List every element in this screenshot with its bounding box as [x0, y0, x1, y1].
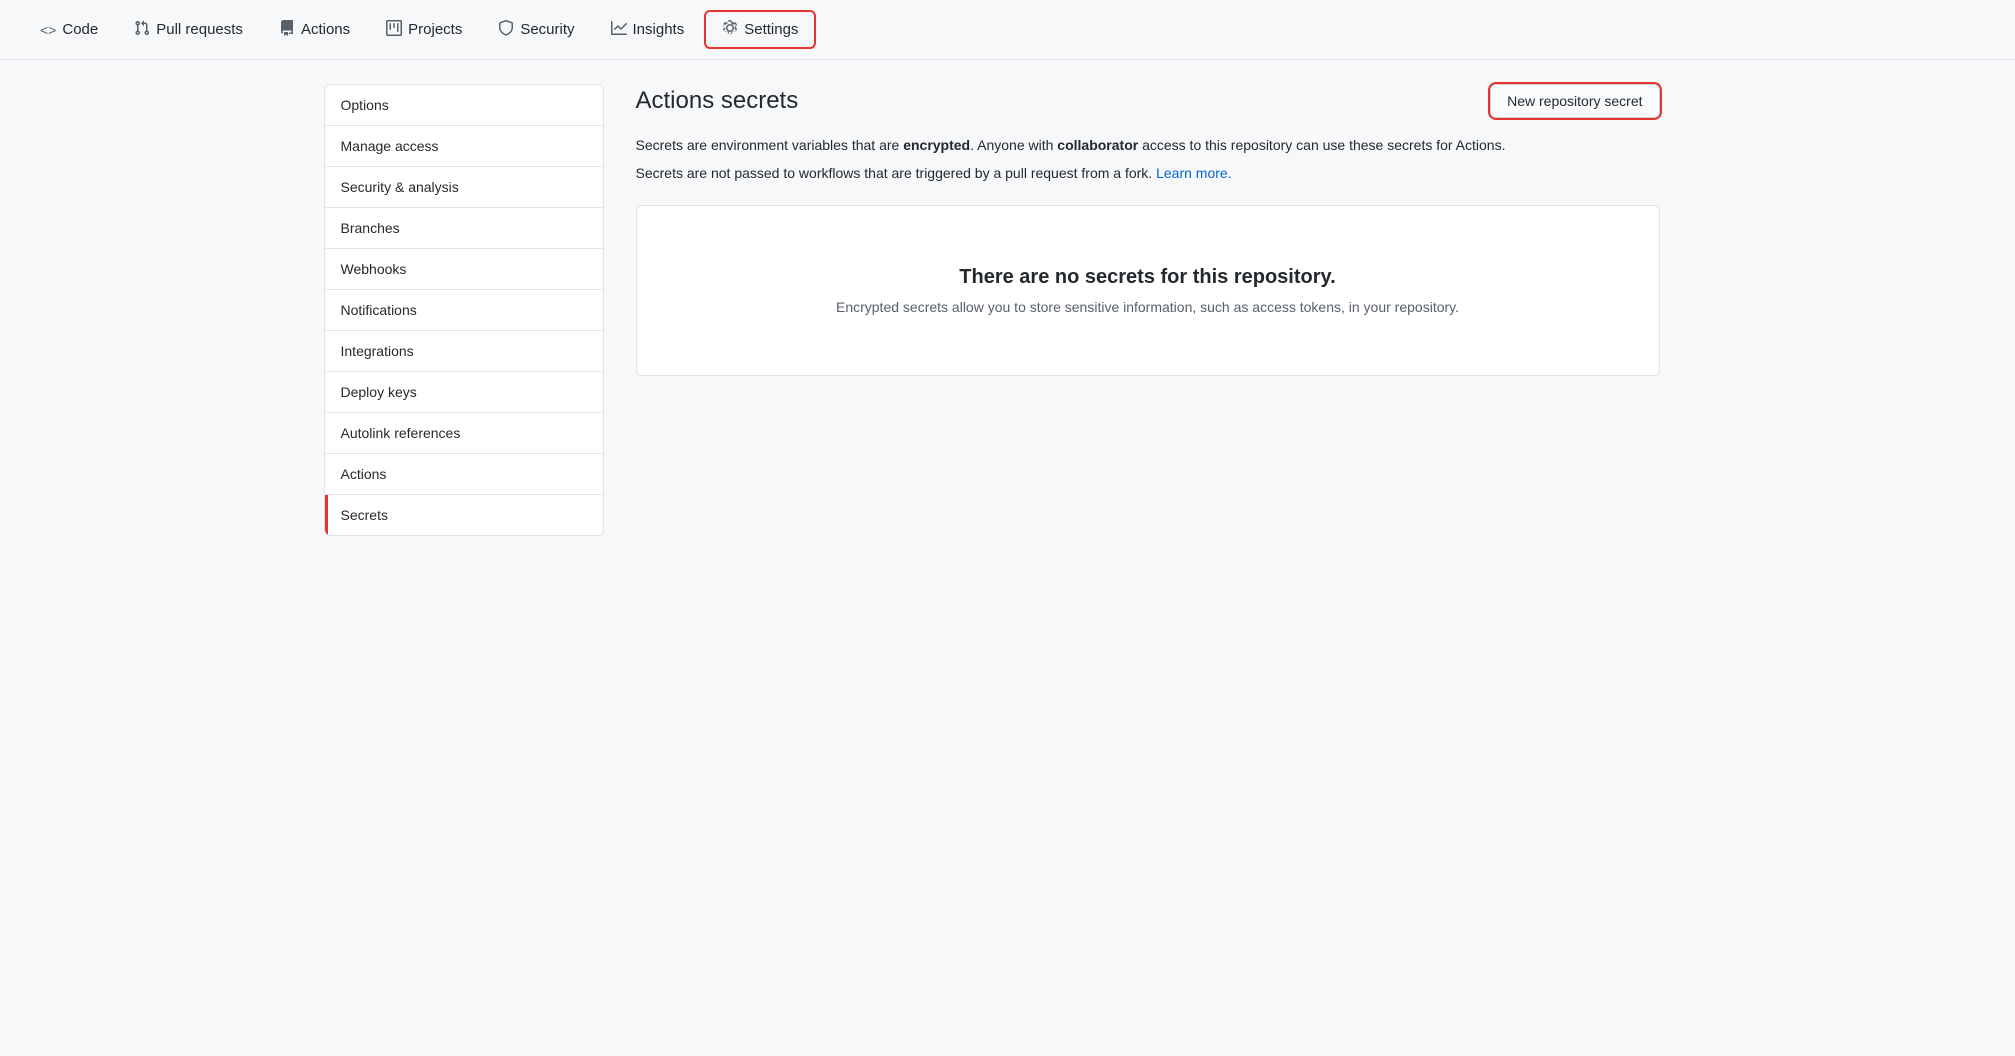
- sidebar: Options Manage access Security & analysi…: [324, 84, 604, 536]
- description-line2: Secrets are not passed to workflows that…: [636, 162, 1660, 184]
- sidebar-item-actions-label: Actions: [341, 466, 387, 482]
- sidebar-item-actions[interactable]: Actions: [325, 454, 603, 495]
- description-fork-text: Secrets are not passed to workflows that…: [636, 165, 1153, 181]
- page-layout: Options Manage access Security & analysi…: [308, 60, 1708, 560]
- sidebar-item-manage-access-label: Manage access: [341, 138, 439, 154]
- settings-icon: [722, 20, 738, 39]
- nav-security-label: Security: [520, 21, 574, 38]
- nav-insights[interactable]: Insights: [595, 12, 701, 47]
- learn-more-link[interactable]: Learn more.: [1156, 165, 1231, 181]
- sidebar-item-security-analysis[interactable]: Security & analysis: [325, 167, 603, 208]
- page-title: Actions secrets: [636, 87, 799, 115]
- sidebar-item-branches-label: Branches: [341, 220, 400, 236]
- empty-box-description: Encrypted secrets allow you to store sen…: [657, 299, 1639, 315]
- sidebar-item-deploy-keys[interactable]: Deploy keys: [325, 372, 603, 413]
- sidebar-item-security-analysis-label: Security & analysis: [341, 179, 459, 195]
- sidebar-item-webhooks-label: Webhooks: [341, 261, 407, 277]
- sidebar-item-notifications[interactable]: Notifications: [325, 290, 603, 331]
- sidebar-item-branches[interactable]: Branches: [325, 208, 603, 249]
- description-bold2: collaborator: [1057, 137, 1138, 153]
- top-nav: <> Code Pull requests Actions Projects: [0, 0, 2015, 60]
- nav-projects-label: Projects: [408, 21, 462, 38]
- nav-pull-requests-label: Pull requests: [156, 21, 243, 38]
- sidebar-item-deploy-keys-label: Deploy keys: [341, 384, 417, 400]
- security-icon: [498, 20, 514, 39]
- nav-insights-label: Insights: [633, 21, 685, 38]
- sidebar-item-integrations[interactable]: Integrations: [325, 331, 603, 372]
- main-content: Actions secrets New repository secret Se…: [604, 84, 1692, 536]
- content-header: Actions secrets New repository secret: [636, 84, 1660, 118]
- projects-icon: [386, 20, 402, 39]
- description-bold1: encrypted: [903, 137, 970, 153]
- empty-box-title: There are no secrets for this repository…: [657, 266, 1639, 289]
- nav-pull-requests[interactable]: Pull requests: [118, 12, 259, 47]
- sidebar-item-options[interactable]: Options: [325, 85, 603, 126]
- nav-settings-label: Settings: [744, 21, 798, 38]
- sidebar-item-manage-access[interactable]: Manage access: [325, 126, 603, 167]
- nav-projects[interactable]: Projects: [370, 12, 478, 47]
- description-line1: Secrets are environment variables that a…: [636, 134, 1660, 156]
- sidebar-item-options-label: Options: [341, 97, 389, 113]
- code-icon: <>: [40, 22, 56, 38]
- actions-icon: [279, 20, 295, 39]
- sidebar-item-notifications-label: Notifications: [341, 302, 417, 318]
- new-repository-secret-button[interactable]: New repository secret: [1490, 84, 1659, 118]
- sidebar-item-secrets-label: Secrets: [341, 507, 388, 523]
- nav-settings[interactable]: Settings: [704, 10, 816, 49]
- pull-requests-icon: [134, 20, 150, 39]
- description-block: Secrets are environment variables that a…: [636, 134, 1660, 185]
- description-after-bold2: access to this repository can use these …: [1138, 137, 1505, 153]
- sidebar-item-autolink-references[interactable]: Autolink references: [325, 413, 603, 454]
- description-before-bold1: Secrets are environment variables that a…: [636, 137, 904, 153]
- nav-actions-label: Actions: [301, 21, 350, 38]
- nav-security[interactable]: Security: [482, 12, 590, 47]
- insights-icon: [611, 20, 627, 39]
- empty-secrets-box: There are no secrets for this repository…: [636, 205, 1660, 376]
- sidebar-item-webhooks[interactable]: Webhooks: [325, 249, 603, 290]
- nav-actions[interactable]: Actions: [263, 12, 366, 47]
- sidebar-item-autolink-references-label: Autolink references: [341, 425, 461, 441]
- sidebar-item-integrations-label: Integrations: [341, 343, 414, 359]
- sidebar-item-secrets[interactable]: Secrets: [325, 495, 603, 535]
- nav-code-label: Code: [62, 21, 98, 38]
- description-middle: . Anyone with: [970, 137, 1057, 153]
- nav-code[interactable]: <> Code: [24, 13, 114, 46]
